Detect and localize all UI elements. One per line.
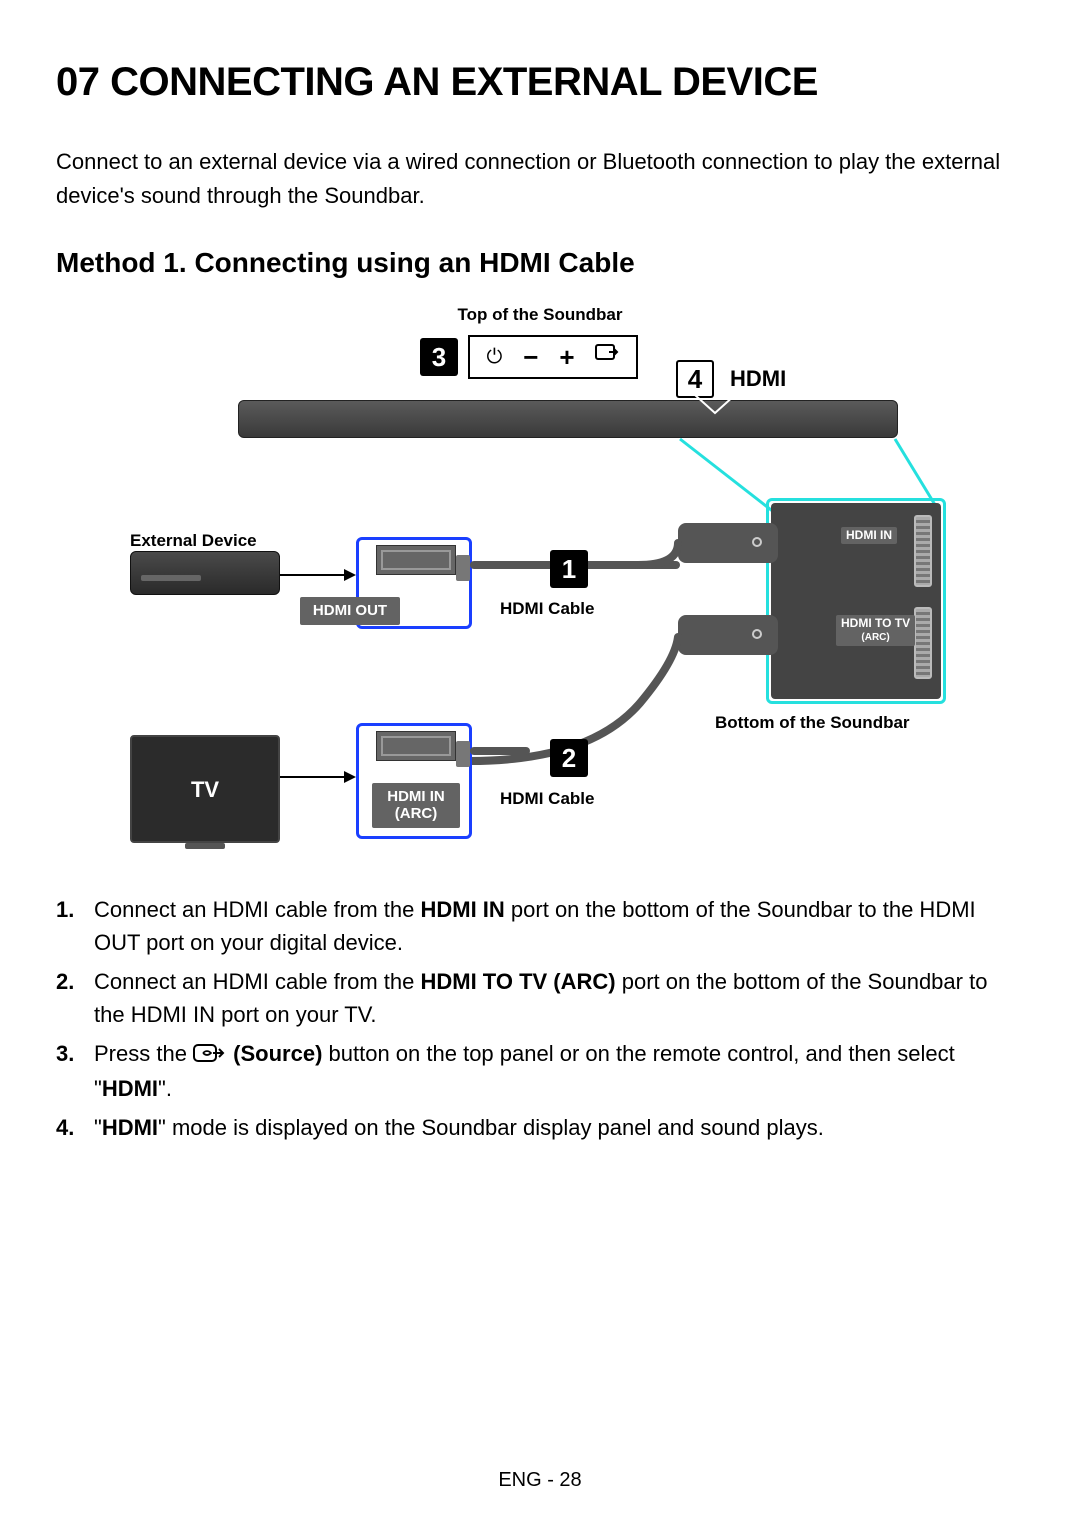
- step-3: Press the (Source) button on the top pan…: [56, 1037, 1024, 1105]
- step-badge-1: 1: [550, 550, 588, 588]
- page-footer: ENG - 28: [0, 1469, 1080, 1492]
- port-tag-hdmi-in: HDMI IN: [841, 527, 897, 544]
- step-badge-4: 4: [676, 360, 714, 398]
- intro-text: Connect to an external device via a wire…: [56, 145, 1024, 213]
- s2-b: HDMI TO TV (ARC): [420, 969, 615, 994]
- instruction-steps: Connect an HDMI cable from the HDMI IN p…: [56, 893, 1024, 1144]
- power-icon: ⏻: [486, 346, 502, 369]
- hdmi-in-text: HDMI IN: [387, 788, 445, 805]
- external-device-label: External Device: [130, 531, 257, 551]
- s1-a: Connect an HDMI cable from the: [94, 897, 420, 922]
- title-text: CONNECTING AN EXTERNAL DEVICE: [110, 60, 818, 104]
- step-badge-2: 2: [550, 739, 588, 777]
- volume-down-icon: −: [523, 342, 538, 373]
- tv-stand: [185, 843, 225, 849]
- volume-up-icon: +: [559, 342, 574, 373]
- hdmi-to-tv-text: HDMI TO TV: [841, 616, 910, 630]
- external-device: [130, 551, 280, 595]
- step-2: Connect an HDMI cable from the HDMI TO T…: [56, 965, 1024, 1031]
- s4-a: ": [94, 1115, 102, 1140]
- cable-curve-top: [638, 521, 698, 571]
- port-tag-hdmi-to-tv: HDMI TO TV (ARC): [836, 615, 915, 645]
- top-soundbar-label: Top of the Soundbar: [130, 305, 950, 325]
- method-heading: Method 1. Connecting using an HDMI Cable: [56, 247, 1024, 279]
- port-hdmi-in: [914, 515, 932, 587]
- s3-b: (Source): [227, 1041, 322, 1066]
- section-number: 07: [56, 60, 110, 104]
- callout-4-pointer: [675, 395, 755, 415]
- s3-e: ".: [158, 1076, 172, 1101]
- manual-page: 07 CONNECTING AN EXTERNAL DEVICE Connect…: [0, 0, 1080, 1532]
- hdmi-out-label: HDMI OUT: [300, 597, 400, 625]
- arrow-extdev: [280, 565, 358, 585]
- cable-line-bottom-short: [470, 747, 530, 755]
- step-badge-3: 3: [420, 338, 458, 376]
- s3-a: Press the: [94, 1041, 193, 1066]
- plug-tip-bottom: [456, 741, 470, 767]
- connection-diagram: Top of the Soundbar ⏻ − + 3 4 HDMI: [130, 305, 950, 865]
- s1-b: HDMI IN: [420, 897, 504, 922]
- bottom-soundbar-label: Bottom of the Soundbar: [715, 713, 910, 733]
- arrow-tv: [280, 767, 358, 787]
- hdmi-mode-label: HDMI: [730, 366, 786, 392]
- source-button-icon: [193, 1039, 225, 1072]
- tv-label: TV: [132, 777, 278, 803]
- s2-a: Connect an HDMI cable from the: [94, 969, 420, 994]
- arc-text: (ARC): [861, 632, 889, 643]
- hdmi-in-arc-label: HDMI IN (ARC): [372, 783, 460, 828]
- s4-b: HDMI: [102, 1115, 158, 1140]
- plug-tip-top: [456, 555, 470, 581]
- s3-d: HDMI: [102, 1076, 158, 1101]
- hdmi-cable-label-2: HDMI Cable: [500, 789, 594, 809]
- arc-text-2: (ARC): [395, 805, 438, 822]
- hdmi-cable-label-1: HDMI Cable: [500, 599, 594, 619]
- page-title: 07 CONNECTING AN EXTERNAL DEVICE: [56, 60, 1024, 105]
- hdmi-plug-bottom: [678, 615, 778, 655]
- hdmi-out-port-graphic: [376, 545, 456, 575]
- step-4: "HDMI" mode is displayed on the Soundbar…: [56, 1111, 1024, 1144]
- s4-c: " mode is displayed on the Soundbar disp…: [158, 1115, 824, 1140]
- port-hdmi-to-tv: [914, 607, 932, 679]
- tv: TV: [130, 735, 280, 843]
- step-1: Connect an HDMI cable from the HDMI IN p…: [56, 893, 1024, 959]
- source-icon: [595, 344, 619, 370]
- soundbar-button-panel: ⏻ − +: [468, 335, 638, 379]
- hdmi-in-port-graphic: [376, 731, 456, 761]
